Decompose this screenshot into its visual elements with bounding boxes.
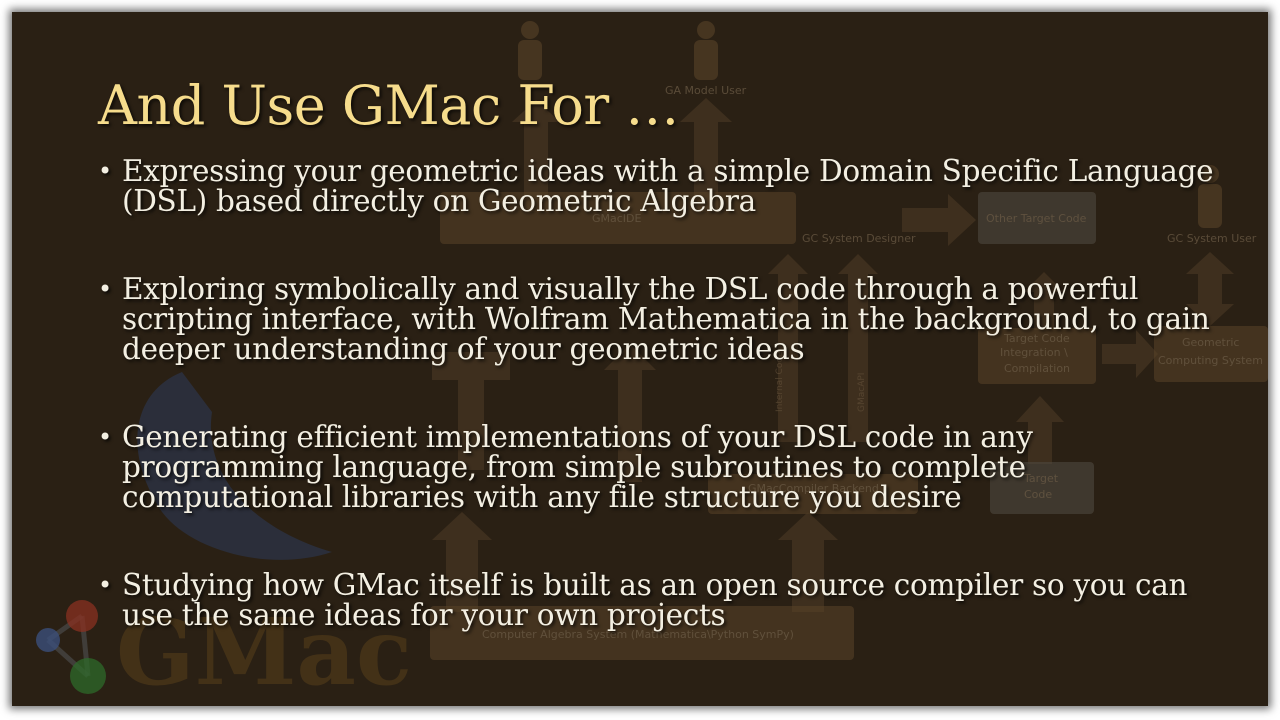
bullet-dot-icon: • [98, 157, 112, 185]
bullet-text: Expressing your geometric ideas with a s… [122, 154, 1214, 218]
slide: GA Model User GC System Designer GC Syst… [12, 12, 1268, 706]
bullet-item: • Generating efficient implementations o… [98, 422, 1218, 512]
bullet-text: Exploring symbolically and visually the … [122, 272, 1210, 366]
bullet-list: • Expressing your geometric ideas with a… [98, 156, 1218, 688]
bullet-dot-icon: • [98, 275, 112, 303]
bullet-item: • Expressing your geometric ideas with a… [98, 156, 1218, 216]
bullet-item: • Exploring symbolically and visually th… [98, 274, 1218, 364]
slide-title: And Use GMac For … [98, 74, 679, 137]
bullet-dot-icon: • [98, 571, 112, 599]
user-icon [518, 21, 542, 80]
bullet-dot-icon: • [98, 423, 112, 451]
user-icon [694, 21, 718, 80]
bullet-text: Generating efficient implementations of … [122, 420, 1033, 514]
bullet-item: • Studying how GMac itself is built as a… [98, 570, 1218, 630]
bullet-text: Studying how GMac itself is built as an … [122, 568, 1188, 632]
